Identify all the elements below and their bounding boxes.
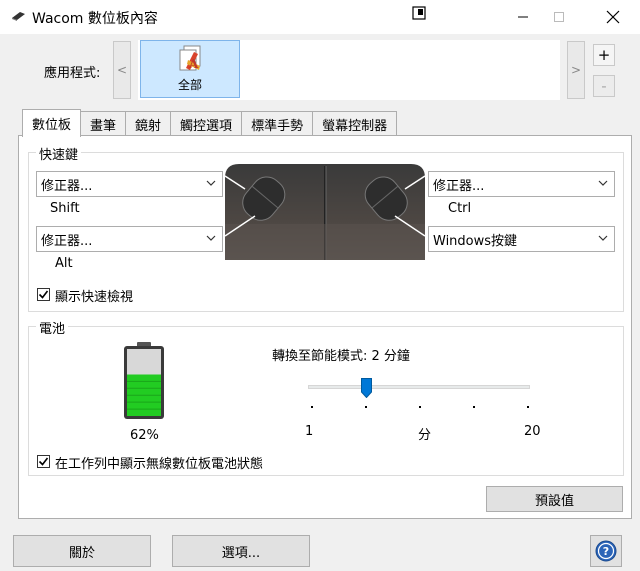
app-item-all[interactable]: A 全部 — [140, 40, 240, 98]
svg-text:A: A — [188, 57, 199, 71]
show-express-view-label: 顯示快速檢視 — [55, 290, 134, 305]
defaults-button[interactable]: 預設值 — [486, 486, 623, 512]
right-bottom-key-select[interactable]: Windows按鍵 — [428, 226, 615, 252]
app-prev-button[interactable]: < — [113, 41, 131, 99]
checkmark-icon — [38, 457, 49, 466]
all-apps-icon: A — [179, 45, 201, 71]
slider-tick — [365, 406, 367, 408]
wacom-tablet-icon — [12, 12, 25, 21]
app-item-label: 全部 — [177, 78, 202, 92]
checkmark-icon — [38, 290, 49, 299]
slider-tick — [419, 406, 421, 408]
snap-icon[interactable] — [412, 6, 428, 20]
show-battery-taskbar-label: 在工作列中顯示無線數位板電池狀態 — [55, 457, 264, 472]
battery-level-text: 62% — [130, 428, 159, 443]
window-title: Wacom 數位板內容 — [32, 11, 158, 27]
battery-group-label: 電池 — [36, 318, 69, 337]
tab-pen[interactable]: 畫筆 — [80, 111, 127, 137]
left-top-key-label: Shift — [50, 201, 80, 216]
minimize-icon — [518, 16, 528, 18]
options-button[interactable]: 選項... — [172, 535, 310, 567]
maximize-button[interactable] — [536, 0, 582, 34]
close-button[interactable] — [590, 0, 636, 34]
tablet-express-keys-diagram — [225, 164, 425, 260]
tab-bar: 數位板 畫筆 鏡射 觸控選項 標準手勢 螢幕控制器 — [22, 109, 398, 137]
left-top-key-value: 修正器... — [41, 178, 93, 194]
tab-onscreen-controls[interactable]: 螢幕控制器 — [312, 111, 398, 137]
left-bottom-key-value: 修正器... — [41, 233, 93, 249]
chevron-down-icon — [206, 180, 216, 186]
svg-text:?: ? — [603, 545, 609, 558]
left-top-key-select[interactable]: 修正器... — [36, 171, 223, 197]
remove-app-button[interactable]: - — [593, 75, 615, 97]
right-top-key-label: Ctrl — [448, 201, 472, 216]
power-save-label: 轉換至節能模式: 2 分鐘 — [272, 349, 410, 364]
slider-max-label: 20 — [524, 424, 541, 439]
tab-tablet[interactable]: 數位板 — [22, 109, 82, 137]
tab-standard-gestures[interactable]: 標準手勢 — [241, 111, 314, 137]
slider-unit-label: 分 — [418, 428, 432, 443]
slider-tick — [473, 406, 475, 408]
right-top-key-value: 修正器... — [433, 178, 485, 194]
battery-icon — [124, 342, 164, 419]
chevron-down-icon — [598, 180, 608, 186]
left-bottom-key-label: Alt — [55, 256, 73, 271]
application-label: 應用程式: — [44, 66, 101, 81]
express-keys-group-label: 快速鍵 — [36, 144, 82, 163]
power-save-slider-thumb[interactable] — [360, 378, 372, 398]
show-battery-taskbar-checkbox[interactable] — [37, 455, 50, 468]
maximize-icon — [554, 12, 564, 22]
chevron-down-icon — [598, 235, 608, 241]
tab-mapping[interactable]: 鏡射 — [125, 111, 172, 137]
slider-min-label: 1 — [305, 424, 314, 439]
help-button[interactable]: ? — [590, 535, 622, 567]
app-next-button[interactable]: > — [567, 41, 585, 99]
slider-tick — [311, 406, 313, 408]
slider-tick — [527, 406, 529, 408]
about-button[interactable]: 關於 — [13, 535, 151, 567]
chevron-down-icon — [206, 235, 216, 241]
left-bottom-key-select[interactable]: 修正器... — [36, 226, 223, 252]
close-icon — [606, 10, 620, 24]
add-app-button[interactable]: + — [593, 44, 615, 66]
show-express-view-checkbox[interactable] — [37, 288, 50, 301]
tab-touch-options[interactable]: 觸控選項 — [170, 111, 243, 137]
help-icon: ? — [595, 540, 617, 562]
power-save-slider-track[interactable] — [308, 385, 530, 389]
right-bottom-key-value: Windows按鍵 — [433, 233, 518, 249]
right-top-key-select[interactable]: 修正器... — [428, 171, 615, 197]
